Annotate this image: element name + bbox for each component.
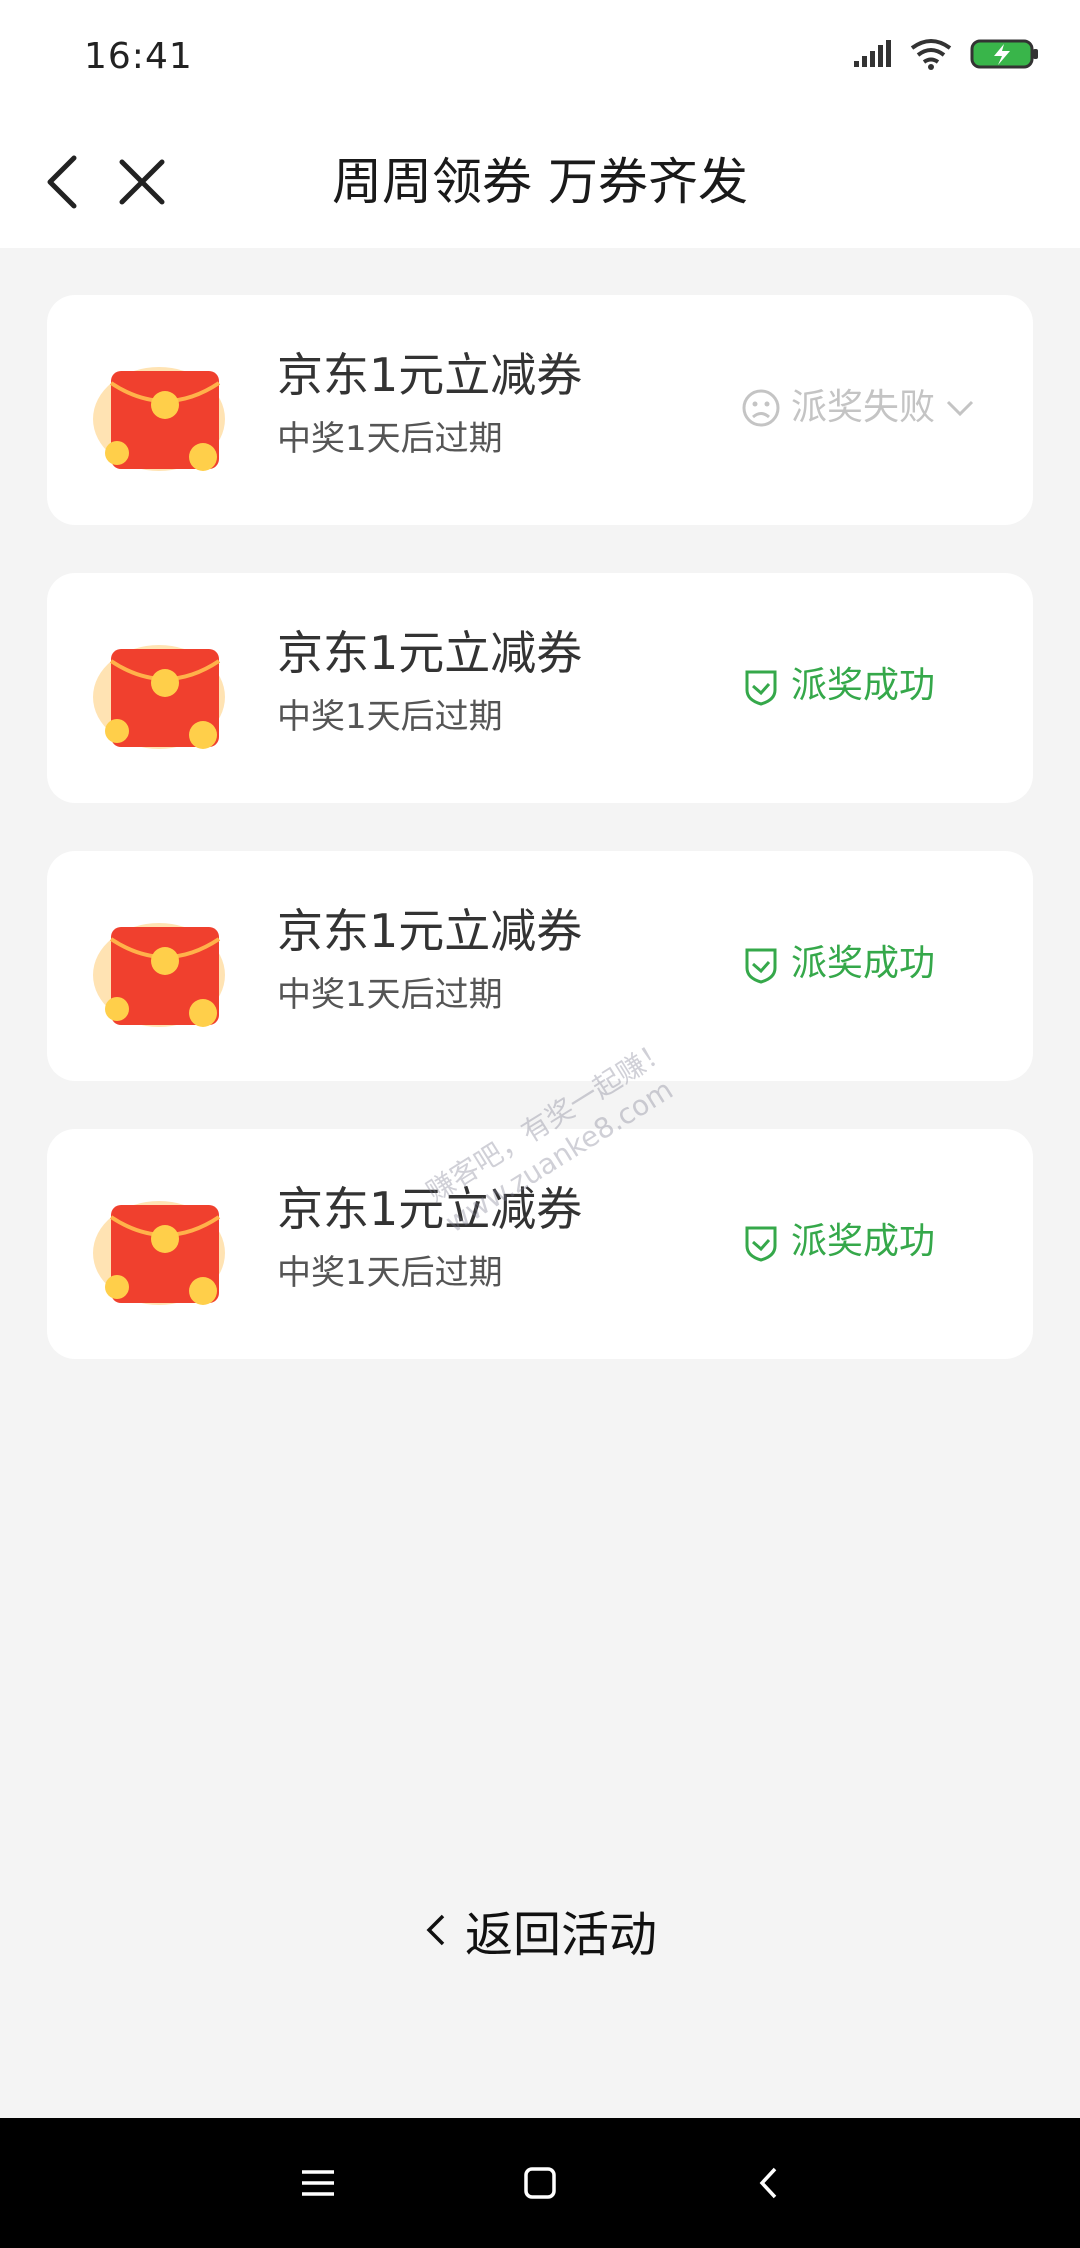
coupon-expiry: 中奖1天后过期 — [277, 975, 503, 1015]
status-icons — [852, 38, 1040, 70]
shield-check-icon — [745, 1226, 777, 1262]
coupon-list: 京东1元立减券 中奖1天后过期 派奖失败 京东1元立减券 中奖1天后过期 派奖成… — [47, 295, 1033, 1407]
home-square-icon — [524, 2167, 556, 2199]
coupon-status: 派奖成功 — [741, 1219, 935, 1265]
status-bar: 16:41 — [0, 0, 1080, 120]
shield-check-icon — [745, 670, 777, 706]
signal-icon — [854, 40, 891, 67]
coupon-card[interactable]: 京东1元立减券 中奖1天后过期 派奖成功 — [47, 1129, 1033, 1359]
battery-icon — [970, 39, 1038, 69]
coupon-title: 京东1元立减券 — [277, 904, 583, 958]
nav-bar: 周周领券 万券齐发 — [0, 120, 1080, 248]
shield-check-icon — [745, 948, 777, 984]
return-label: 返回活动 — [464, 1907, 657, 1963]
coupon-status[interactable]: 派奖失败 — [741, 385, 975, 431]
menu-button[interactable] — [288, 2153, 348, 2213]
coupon-expiry: 中奖1天后过期 — [277, 1253, 503, 1293]
chevron-left-icon — [426, 1914, 445, 1946]
red-envelope-icon — [93, 1201, 225, 1305]
coupon-expiry: 中奖1天后过期 — [277, 697, 503, 737]
return-to-activity-button[interactable]: 返回活动 — [0, 1895, 1080, 1965]
red-envelope-icon — [93, 923, 225, 1027]
menu-icon — [302, 2170, 334, 2196]
coupon-status-label: 派奖成功 — [790, 943, 935, 984]
coupon-card[interactable]: 京东1元立减券 中奖1天后过期 派奖成功 — [47, 573, 1033, 803]
coupon-card[interactable]: 京东1元立减券 中奖1天后过期 派奖失败 — [47, 295, 1033, 525]
coupon-title: 京东1元立减券 — [277, 1182, 583, 1236]
system-nav-bar — [0, 2118, 1080, 2248]
coupon-title: 京东1元立减券 — [277, 626, 583, 680]
status-time: 16:41 — [84, 36, 193, 77]
wifi-icon — [910, 39, 952, 70]
coupon-status-label: 派奖失败 — [790, 387, 935, 428]
coupon-status-label: 派奖成功 — [790, 665, 935, 706]
home-button[interactable] — [510, 2153, 570, 2213]
red-envelope-icon — [93, 645, 225, 749]
sad-face-icon — [742, 389, 780, 427]
coupon-expiry: 中奖1天后过期 — [277, 419, 503, 459]
coupon-status: 派奖成功 — [741, 941, 935, 987]
chevron-down-icon — [946, 400, 974, 417]
coupon-title: 京东1元立减券 — [277, 348, 583, 402]
system-back-button[interactable] — [738, 2153, 798, 2213]
coupon-status: 派奖成功 — [741, 663, 935, 709]
chevron-left-icon — [759, 2167, 777, 2199]
coupon-status-label: 派奖成功 — [790, 1221, 935, 1262]
page-title: 周周领券 万券齐发 — [332, 153, 748, 211]
coupon-card[interactable]: 京东1元立减券 中奖1天后过期 派奖成功 — [47, 851, 1033, 1081]
red-envelope-icon — [93, 367, 225, 471]
